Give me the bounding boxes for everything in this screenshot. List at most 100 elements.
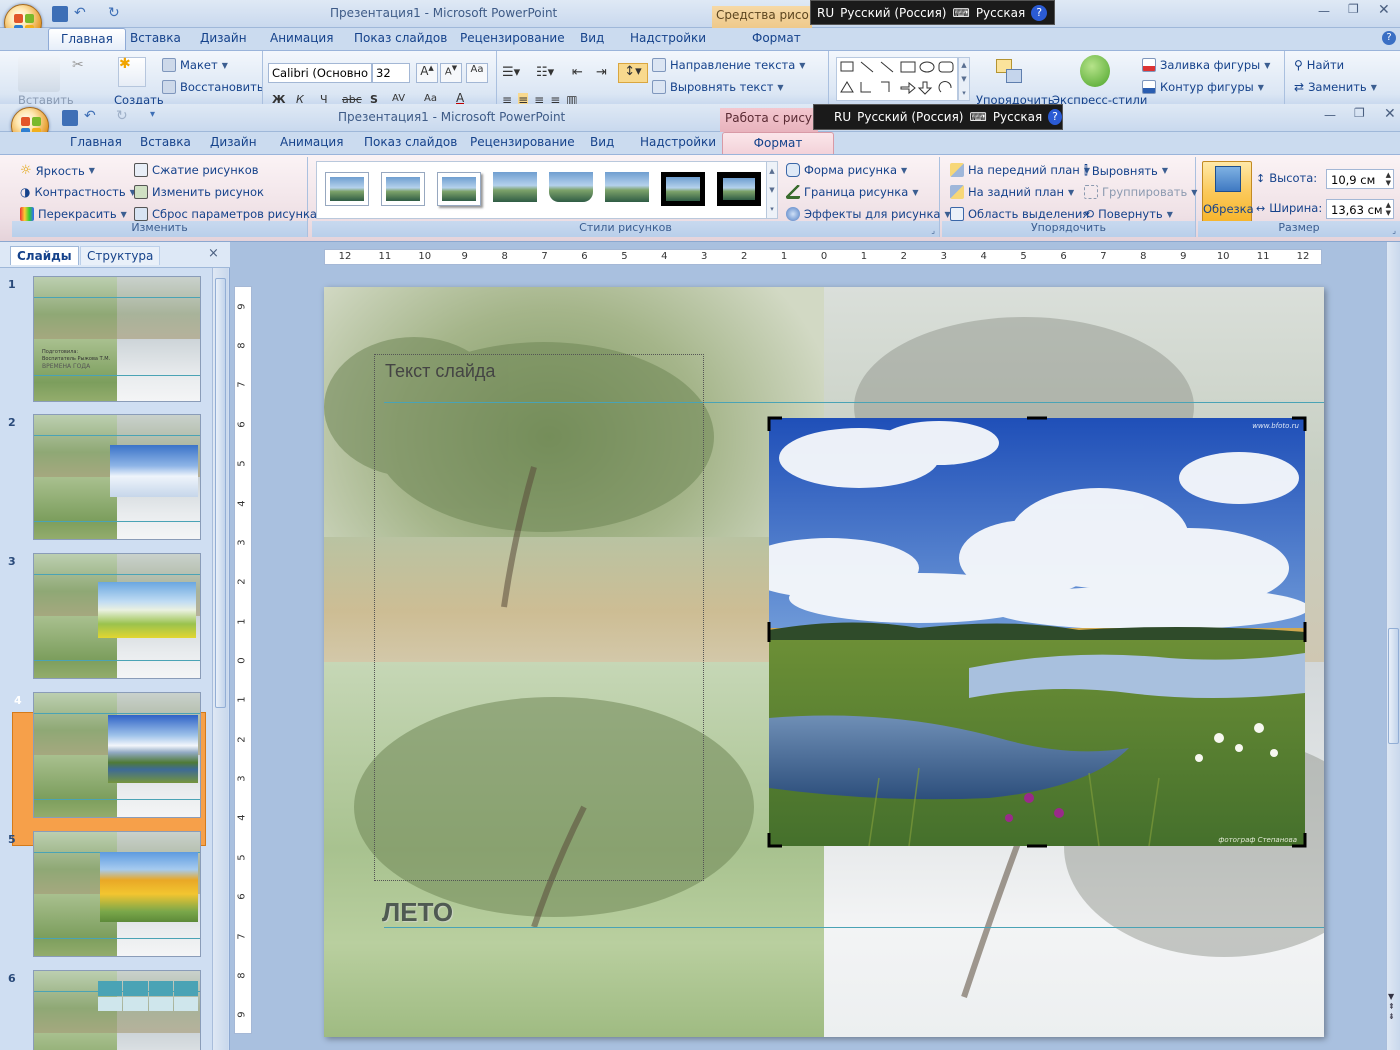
width-input[interactable]: 13,63 см ▲ ▼ [1326, 199, 1394, 219]
rotate-button[interactable]: ⟲ Повернуть ▼ [1084, 207, 1173, 221]
reset-button[interactable]: Восстановить [162, 80, 264, 94]
font-size-select[interactable]: 32 [372, 63, 410, 83]
redo-icon[interactable]: ↻ [116, 108, 128, 124]
line-spacing-icon[interactable]: ↕▾ [618, 63, 648, 83]
back-tab-slideshow[interactable]: Показ слайдов [342, 28, 459, 50]
crop-button[interactable]: Обрезка [1202, 161, 1254, 223]
shape-outline-button[interactable]: Контур фигуры ▼ [1142, 80, 1264, 94]
scroll-arrows[interactable]: ▼ ⇞ ⇟ [1388, 992, 1395, 1022]
tab-insert[interactable]: Вставка [128, 132, 203, 154]
tab-view[interactable]: Вид [578, 132, 626, 154]
style-thumb-3[interactable] [437, 172, 481, 206]
language-bar[interactable]: RU Русский (Россия) ⌨ Русская ? [813, 104, 1063, 130]
style-thumb-4[interactable] [493, 172, 537, 206]
slide-thumbnail-3[interactable] [33, 553, 201, 679]
picture-styles-gallery[interactable] [316, 161, 778, 219]
style-thumb-7[interactable] [661, 172, 705, 206]
qat-customize-icon[interactable]: ▾ [150, 109, 155, 120]
char-spacing-button[interactable]: AV [392, 93, 405, 104]
bullets-icon[interactable]: ☰▾ [502, 65, 520, 80]
bring-to-front-button[interactable]: На передний план ▼ [950, 163, 1090, 177]
back-tab-design[interactable]: Дизайн [188, 28, 259, 50]
styles-gallery-scroll[interactable]: ▲ ▼ ▾ [766, 161, 778, 219]
tab-design[interactable]: Дизайн [198, 132, 269, 154]
content-placeholder[interactable]: Текст слайда [374, 354, 704, 881]
align-text-button[interactable]: Выровнять текст ▼ [652, 80, 784, 94]
font-name-select[interactable]: Calibri (Основно [268, 63, 372, 83]
style-thumb-6[interactable] [605, 172, 649, 206]
help-icon[interactable]: ? [1048, 109, 1062, 125]
text-direction-button[interactable]: Направление текста ▼ [652, 58, 805, 72]
layout-button[interactable]: Макет ▼ [162, 58, 228, 72]
picture-shape-button[interactable]: Форма рисунка ▼ [786, 163, 907, 177]
numbering-icon[interactable]: ☷▾ [536, 65, 554, 80]
recolor-button[interactable]: Перекрасить ▼ [20, 207, 127, 221]
shrink-font-button[interactable]: A▼ [440, 63, 462, 83]
brightness-button[interactable]: ☼ Яркость ▼ [20, 163, 95, 178]
decrease-indent-icon[interactable]: ⇤ [572, 65, 583, 80]
crop-handles[interactable] [764, 413, 1310, 851]
change-case-button[interactable]: Aa [424, 93, 437, 104]
reset-picture-button[interactable]: Сброс параметров рисунка [134, 207, 317, 221]
close-icon[interactable]: ✕ [1384, 106, 1396, 122]
cut-icon[interactable]: ✂ [72, 57, 84, 73]
find-button[interactable]: ⚲ Найти [1294, 58, 1344, 72]
height-input[interactable]: 10,9 см ▲ ▼ [1326, 169, 1394, 189]
style-thumb-5[interactable] [549, 172, 593, 206]
shapes-gallery-scroll[interactable]: ▲ ▼ ▾ [958, 57, 970, 101]
clear-formatting-button[interactable]: Aa [466, 63, 488, 83]
horizontal-ruler[interactable]: 12 11 10 9 8 7 6 5 4 3 2 1 0 1 2 3 4 5 6 7 8 9 10 11 12 [324, 249, 1322, 265]
back-tab-animation[interactable]: Анимация [258, 28, 345, 50]
tab-addins[interactable]: Надстройки [628, 132, 728, 154]
back-minimize-icon[interactable]: — [1318, 4, 1330, 18]
slide-thumbnail-1[interactable]: Подготовила: Воспитатель Рыжова Т.М. ВРЕМЕ… [33, 276, 201, 402]
tab-review[interactable]: Рецензирование [458, 132, 587, 154]
redo-icon[interactable]: ↻ [108, 5, 120, 21]
panel-scroll-thumb[interactable] [215, 278, 226, 708]
dialog-launcher-icon[interactable]: ⌟ [931, 226, 935, 235]
back-tab-insert[interactable]: Вставка [118, 28, 193, 50]
editor-scroll-thumb[interactable] [1388, 628, 1399, 744]
size-dialog-launcher-icon[interactable]: ⌟ [1392, 226, 1396, 235]
shape-fill-button[interactable]: Заливка фигуры ▼ [1142, 58, 1270, 72]
compress-pictures-button[interactable]: Сжатие рисунков [134, 163, 259, 177]
back-tab-home[interactable]: Главная [48, 28, 126, 50]
tab-outline[interactable]: Структура [80, 246, 161, 265]
tab-home[interactable]: Главная [58, 132, 134, 154]
slide-canvas[interactable]: Текст слайда ЛЕТО www.bfoto.ru фотограф … [324, 287, 1324, 1037]
slide-thumbnail-6[interactable] [33, 970, 201, 1050]
back-close-icon[interactable]: ✕ [1378, 2, 1390, 18]
back-context-tab[interactable]: Средства рисова [712, 6, 812, 28]
back-language-bar[interactable]: RU Русский (Россия) ⌨ Русская ? [810, 0, 1055, 25]
slide-thumbnail-2[interactable] [33, 414, 201, 540]
selection-pane-button[interactable]: Область выделения [950, 207, 1089, 221]
send-to-back-button[interactable]: На задний план ▼ [950, 185, 1074, 199]
picture-effects-button[interactable]: Эффекты для рисунка ▼ [786, 207, 951, 221]
style-thumb-8[interactable] [717, 172, 761, 206]
style-thumb-1[interactable] [325, 172, 369, 206]
maximize-icon[interactable]: ❐ [1354, 106, 1365, 120]
editor-scrollbar[interactable]: ▼ ⇞ ⇟ [1386, 242, 1400, 1050]
slide-thumbnail-4[interactable] [33, 692, 201, 818]
tab-animation[interactable]: Анимация [268, 132, 355, 154]
back-maximize-icon[interactable]: ❐ [1348, 2, 1359, 16]
contrast-button[interactable]: ◑ Контрастность ▼ [20, 185, 136, 199]
tab-slideshow[interactable]: Показ слайдов [352, 132, 469, 154]
undo-icon[interactable]: ↶ [84, 108, 96, 124]
save-icon[interactable] [62, 110, 78, 126]
picture-border-button[interactable]: Граница рисунка ▼ [786, 185, 918, 199]
grow-font-button[interactable]: A▲ [416, 63, 438, 83]
back-tab-review[interactable]: Рецензирование [448, 28, 577, 50]
change-picture-button[interactable]: Изменить рисунок [134, 185, 264, 199]
undo-icon[interactable]: ↶ [74, 5, 86, 21]
slide-thumbnail-5[interactable] [33, 831, 201, 957]
panel-close-icon[interactable]: × [208, 246, 219, 261]
save-icon[interactable] [52, 6, 68, 22]
replace-button[interactable]: ⇄ Заменить ▼ [1294, 80, 1377, 94]
picture-tools-context-tab[interactable]: Работа с рисунк [720, 108, 818, 132]
tab-format[interactable]: Формат [722, 132, 834, 154]
back-tab-format[interactable]: Формат [740, 28, 813, 50]
help-icon[interactable]: ? [1031, 4, 1048, 21]
group-button[interactable]: Группировать ▼ [1084, 185, 1197, 199]
align-button[interactable]: ⫿ Выровнять ▼ [1084, 163, 1168, 178]
